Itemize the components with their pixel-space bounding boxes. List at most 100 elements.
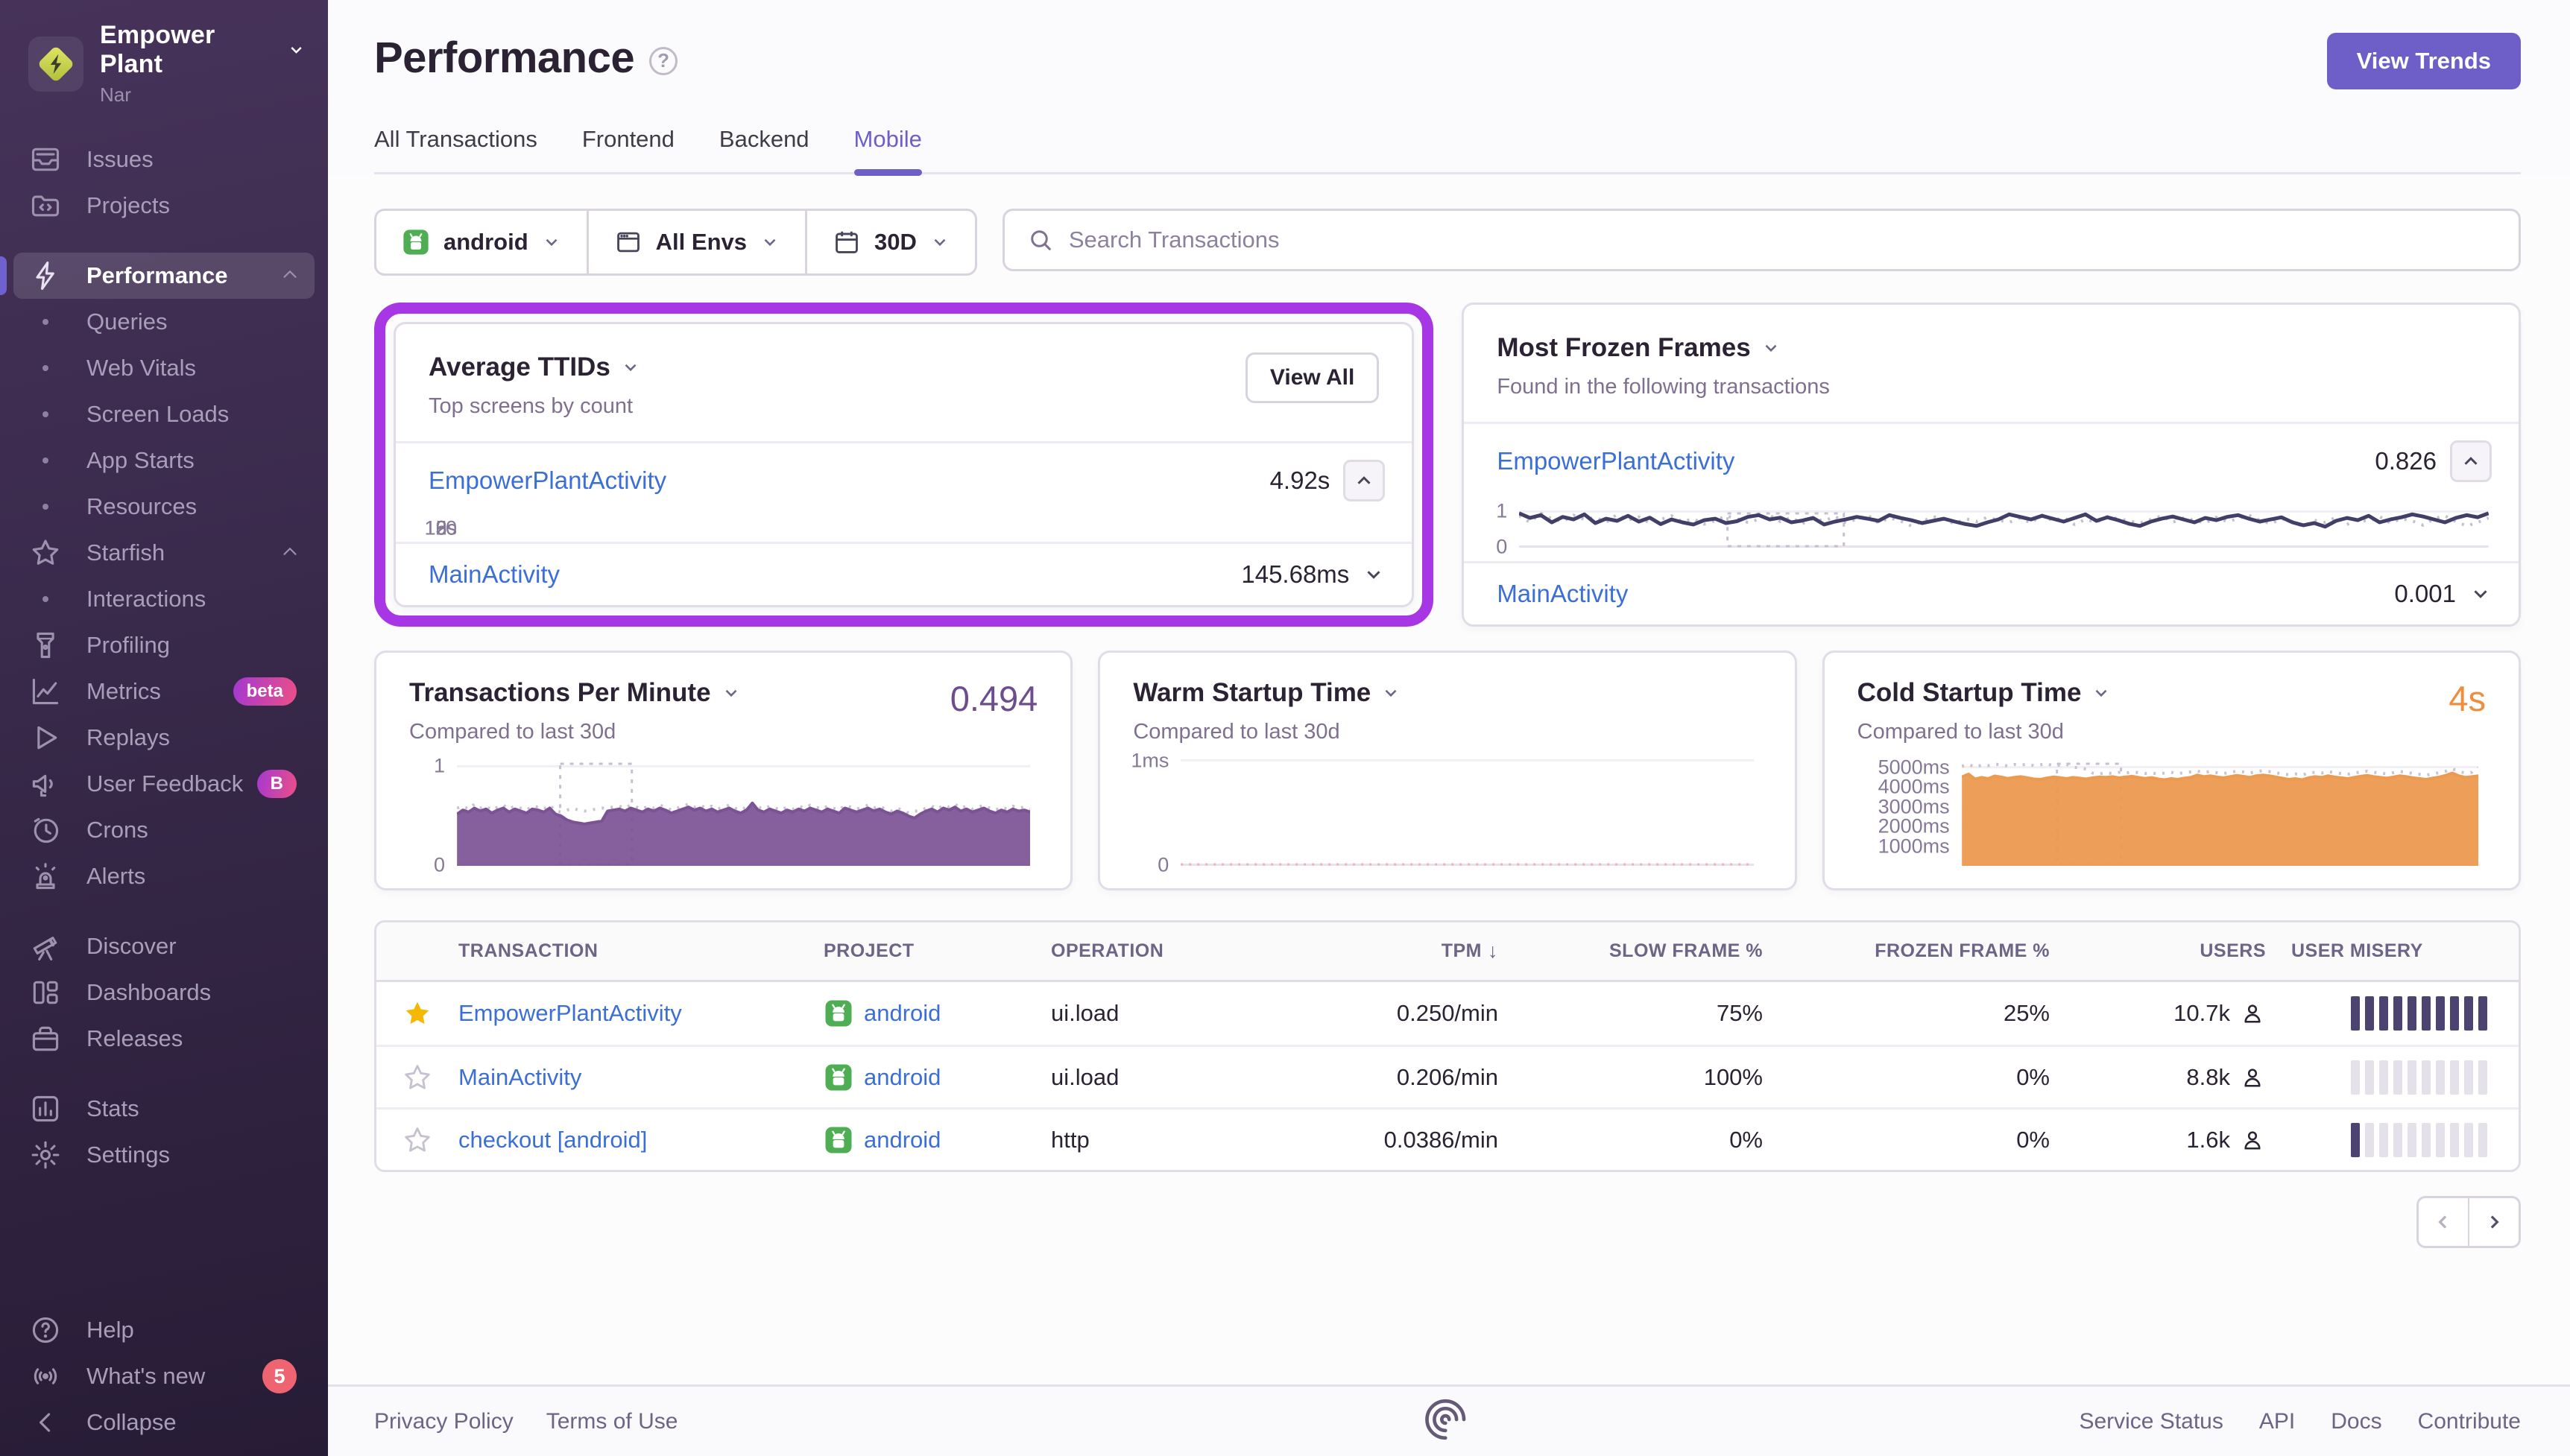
pagination: [328, 1196, 2521, 1248]
projects-icon: [28, 189, 63, 222]
collapse-row-button[interactable]: [2450, 440, 2492, 482]
y-axis-label: 0: [445, 516, 457, 539]
y-axis-label: 0: [1496, 535, 1508, 557]
view-trends-button[interactable]: View Trends: [2326, 33, 2521, 89]
star-outline-icon[interactable]: [376, 1125, 458, 1155]
sidebar-item-releases[interactable]: Releases: [13, 1016, 315, 1062]
transaction-link[interactable]: checkout [android]: [458, 1127, 647, 1153]
y-axis-label: 0: [433, 853, 445, 876]
sidebar-item-metrics[interactable]: Metrics beta: [13, 668, 315, 715]
sidebar-item-user-feedback[interactable]: User Feedback B: [13, 761, 315, 807]
bullet-icon: [28, 504, 63, 510]
transaction-link[interactable]: EmpowerPlantActivity: [458, 1000, 682, 1027]
transaction-link[interactable]: MainActivity: [458, 1064, 581, 1091]
collapse-row-button[interactable]: [1343, 460, 1386, 501]
panel-subtitle: Compared to last 30d: [409, 720, 616, 744]
column-header-slow-frame[interactable]: SLOW FRAME %: [1498, 940, 1763, 962]
panel-subtitle: Compared to last 30d: [1857, 720, 2064, 744]
tab-backend[interactable]: Backend: [719, 126, 809, 172]
date-range-filter[interactable]: 30D: [805, 211, 975, 273]
previous-page-button[interactable]: [2416, 1196, 2469, 1248]
average-ttids-title-row[interactable]: Average TTIDs: [429, 352, 1245, 382]
series-empowerplantactivity: [1519, 511, 2489, 529]
frozen-row-empowerplantactivity: EmpowerPlantActivity 0.826: [1464, 424, 2519, 498]
sidebar-item-screen-loads[interactable]: Screen Loads: [13, 391, 315, 437]
transactions-per-minute-panel: Transactions Per Minute Compared to last…: [374, 651, 1073, 890]
warm-startup-title-row[interactable]: Warm Startup Time: [1133, 678, 1401, 708]
ttid-row-empowerplantactivity: EmpowerPlantActivity 4.92s: [396, 443, 1412, 518]
column-header-users[interactable]: USERS: [2050, 940, 2266, 962]
sidebar-item-interactions[interactable]: Interactions: [13, 576, 315, 622]
sidebar-item-help[interactable]: Help: [13, 1307, 315, 1353]
sidebar-item-alerts[interactable]: Alerts: [13, 853, 315, 899]
sidebar-item-resources[interactable]: Resources: [13, 484, 315, 530]
expand-row-button[interactable]: [2469, 583, 2492, 605]
column-header-operation[interactable]: OPERATION: [1051, 940, 1263, 962]
sidebar-item-issues[interactable]: Issues: [13, 136, 315, 183]
empower-plant-logo-icon: [39, 47, 73, 80]
project-link[interactable]: android: [824, 1125, 941, 1155]
tpm-title-row[interactable]: Transactions Per Minute: [409, 678, 741, 708]
cold-startup-title-row[interactable]: Cold Startup Time: [1857, 678, 2112, 708]
column-header-transaction[interactable]: TRANSACTION: [458, 940, 824, 962]
sidebar-item-stats[interactable]: Stats: [13, 1086, 315, 1132]
table-row-mainactivity: MainActivity android ui.load 0.206/min 100% 0…: [376, 1045, 2519, 1107]
sidebar-item-crons[interactable]: Crons: [13, 807, 315, 853]
column-header-project[interactable]: PROJECT: [824, 940, 1051, 962]
tab-all-transactions[interactable]: All Transactions: [374, 126, 537, 172]
environment-filter[interactable]: All Envs: [586, 211, 805, 273]
column-header-user-misery[interactable]: USER MISERY: [2266, 940, 2519, 962]
footer-link-contribute[interactable]: Contribute: [2418, 1409, 2521, 1434]
footer-link-terms-of-use[interactable]: Terms of Use: [546, 1409, 678, 1434]
footer-link-api[interactable]: API: [2259, 1409, 2295, 1434]
slow-frame-cell: 75%: [1716, 1000, 1763, 1026]
most-frozen-frames-title-row[interactable]: Most Frozen Frames: [1497, 333, 2486, 363]
sidebar-item-discover[interactable]: Discover: [13, 923, 315, 969]
transaction-link[interactable]: EmpowerPlantActivity: [1497, 447, 1734, 475]
star-outline-icon[interactable]: [376, 1063, 458, 1092]
sidebar-item-starfish[interactable]: Starfish: [13, 530, 315, 576]
view-all-button[interactable]: View All: [1245, 352, 1380, 403]
y-axis-label: 1: [433, 754, 445, 777]
sidebar-item-projects[interactable]: Projects: [13, 183, 315, 229]
sidebar-item-dashboards[interactable]: Dashboards: [13, 969, 315, 1016]
tab-mobile[interactable]: Mobile: [853, 126, 923, 176]
sidebar-item-app-starts[interactable]: App Starts: [13, 437, 315, 484]
org-switcher[interactable]: Empower Plant Nar: [0, 0, 328, 117]
transaction-link[interactable]: EmpowerPlantActivity: [429, 466, 666, 495]
project-filter[interactable]: android: [376, 211, 587, 273]
page-filter-group: android All Envs 30D: [374, 209, 977, 276]
sidebar-item-queries[interactable]: Queries: [13, 299, 315, 345]
help-icon: [28, 1314, 63, 1346]
transaction-link[interactable]: MainActivity: [1497, 580, 1628, 608]
next-page-button[interactable]: [2469, 1196, 2521, 1248]
metrics-icon: [28, 675, 63, 708]
star-filled-icon[interactable]: [376, 998, 458, 1028]
sidebar-item-settings[interactable]: Settings: [13, 1132, 315, 1178]
org-name: Empower Plant: [100, 21, 215, 78]
sidebar-item-web-vitals[interactable]: Web Vitals: [13, 345, 315, 391]
tpm-big-value: 0.494: [950, 679, 1038, 718]
badge-user-feedback: B: [256, 770, 297, 798]
performance-icon: [28, 259, 63, 292]
sidebar-item-collapse[interactable]: Collapse: [13, 1399, 315, 1446]
project-link[interactable]: android: [824, 1063, 941, 1092]
footer-link-docs[interactable]: Docs: [2331, 1409, 2381, 1434]
tab-frontend[interactable]: Frontend: [582, 126, 675, 172]
footer-link-service-status[interactable]: Service Status: [2079, 1409, 2223, 1434]
window-icon: [616, 232, 640, 253]
sidebar-item-what-s-new[interactable]: What's new 5: [13, 1353, 315, 1399]
chevron-up-icon: [2464, 457, 2478, 465]
table-header-row: TRANSACTION PROJECT OPERATION TPM ↓ SLOW FRAM…: [376, 922, 2519, 982]
transaction-link[interactable]: MainActivity: [429, 560, 560, 589]
sidebar-item-profiling[interactable]: Profiling: [13, 622, 315, 668]
expand-row-button[interactable]: [1363, 563, 1385, 586]
sidebar-item-performance[interactable]: Performance: [0, 253, 315, 299]
sidebar-item-replays[interactable]: Replays: [13, 715, 315, 761]
column-header-frozen-frame[interactable]: FROZEN FRAME %: [1763, 940, 2050, 962]
project-link[interactable]: android: [824, 998, 941, 1028]
help-tooltip-icon[interactable]: ?: [649, 46, 678, 75]
footer-link-privacy-policy[interactable]: Privacy Policy: [374, 1409, 514, 1434]
column-header-tpm[interactable]: TPM ↓: [1263, 940, 1498, 963]
search-input[interactable]: [1068, 227, 2496, 253]
